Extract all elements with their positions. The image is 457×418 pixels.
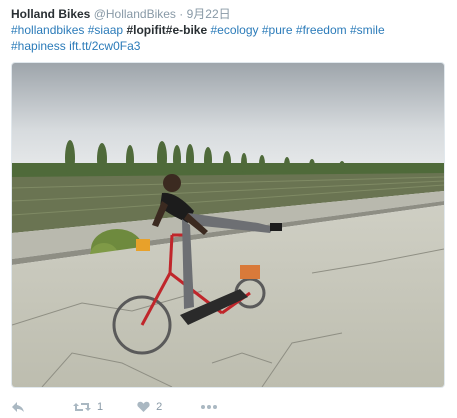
tweet-header: Holland Bikes @HollandBikes · 9月22日 — [11, 6, 231, 22]
author-handle[interactable]: @HollandBikes — [94, 7, 176, 21]
tweet-date[interactable]: 9月22日 — [187, 7, 231, 21]
hashtag-link[interactable]: #freedom — [296, 23, 347, 37]
retweet-count: 1 — [97, 401, 104, 413]
tweet-text: #hollandbikes #siaap #lopifit#e-bike #ec… — [11, 22, 441, 54]
tweet-actions: 1 2 — [11, 398, 218, 416]
like-button[interactable]: 2 — [137, 401, 162, 413]
retweet-icon — [73, 403, 91, 411]
more-button[interactable] — [200, 404, 218, 410]
hashtag-link[interactable]: #siaap — [88, 23, 123, 37]
hashtag-link[interactable]: #lopifit — [126, 23, 165, 37]
photo-woman-on-lopifit-bike — [12, 63, 444, 387]
author-name[interactable]: Holland Bikes — [11, 7, 90, 21]
like-count: 2 — [156, 401, 163, 413]
hashtag-link[interactable]: #e-bike — [166, 23, 207, 37]
hashtag-link[interactable]: #hollandbikes — [11, 23, 84, 37]
hashtag-link[interactable]: #ecology — [210, 23, 258, 37]
retweet-button[interactable]: 1 — [73, 401, 103, 413]
hashtag-link[interactable]: #smile — [350, 23, 385, 37]
tweet-url-link[interactable]: ift.tt/2cw0Fa3 — [69, 39, 140, 53]
heart-icon — [137, 401, 150, 412]
tweet-photo[interactable] — [11, 62, 445, 388]
reply-icon — [12, 402, 24, 412]
more-icon — [201, 405, 218, 409]
hashtag-link[interactable]: #hapiness — [11, 39, 66, 53]
reply-button[interactable] — [11, 401, 25, 413]
hashtag-link[interactable]: #pure — [262, 23, 293, 37]
separator-dot: · — [179, 7, 184, 21]
